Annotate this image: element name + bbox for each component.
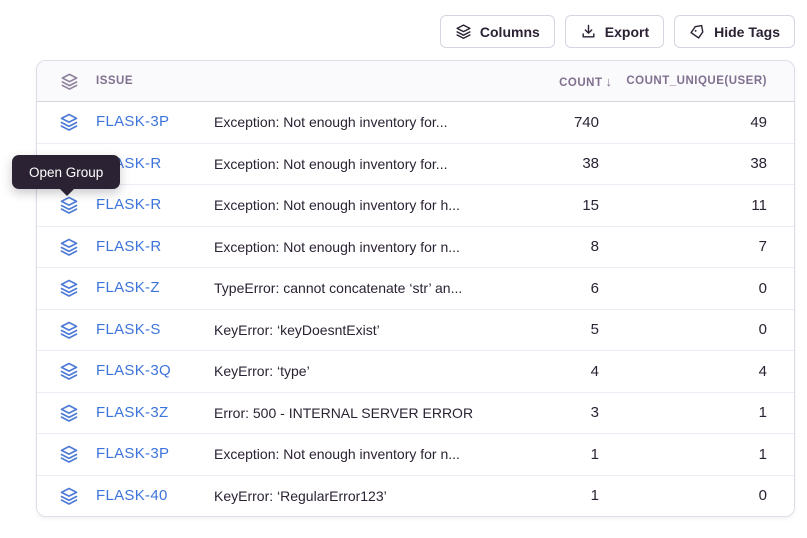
count-value: 1 bbox=[526, 487, 626, 504]
table-row: FLASK-3P Exception: Not enough inventory… bbox=[37, 433, 794, 475]
count-column-header[interactable]: COUNT ↓ bbox=[526, 74, 626, 89]
table-row: FLASK-40 KeyError: ‘RegularError123’ 1 0 bbox=[37, 475, 794, 517]
count-unique-value: 0 bbox=[626, 321, 794, 338]
columns-button[interactable]: Columns bbox=[440, 15, 555, 48]
issue-title: Exception: Not enough inventory for h... bbox=[214, 197, 526, 213]
open-group-button[interactable] bbox=[59, 403, 83, 423]
issue-link[interactable]: FLASK-R bbox=[96, 196, 161, 213]
stack-icon bbox=[59, 278, 79, 298]
issue-link[interactable]: FLASK-3P bbox=[96, 445, 169, 462]
issue-link[interactable]: FLASK-3Z bbox=[96, 404, 168, 421]
stack-icon bbox=[59, 195, 79, 215]
stack-icon bbox=[59, 403, 79, 423]
hide-tags-button[interactable]: Hide Tags bbox=[674, 15, 795, 48]
table-row: FLASK-R Exception: Not enough inventory … bbox=[37, 184, 794, 226]
issue-link[interactable]: FLASK-3Q bbox=[96, 362, 171, 379]
tag-icon bbox=[689, 23, 706, 40]
table-row: FLASK-3P Exception: Not enough inventory… bbox=[37, 102, 794, 143]
issue-title: Exception: Not enough inventory for n... bbox=[214, 446, 526, 462]
table-row: FLASK-R Exception: Not enough inventory … bbox=[37, 226, 794, 268]
count-unique-value: 11 bbox=[626, 197, 794, 214]
open-group-tooltip: Open Group bbox=[12, 155, 120, 189]
issue-title: Error: 500 - INTERNAL SERVER ERROR bbox=[214, 405, 526, 421]
layers-icon bbox=[455, 23, 472, 40]
issue-title: TypeError: cannot concatenate ‘str’ an..… bbox=[214, 280, 526, 296]
issue-column-header[interactable]: ISSUE bbox=[83, 75, 214, 87]
table-row: FLASK-Z TypeError: cannot concatenate ‘s… bbox=[37, 267, 794, 309]
issue-title: Exception: Not enough inventory for n... bbox=[214, 239, 526, 255]
sort-desc-icon: ↓ bbox=[606, 74, 613, 89]
stack-icon bbox=[59, 112, 79, 132]
issue-title: KeyError: ‘keyDoesntExist’ bbox=[214, 322, 526, 338]
table-row: FLASK-S KeyError: ‘keyDoesntExist’ 5 0 bbox=[37, 309, 794, 351]
count-unique-value: 1 bbox=[626, 404, 794, 421]
issue-link[interactable]: FLASK-Z bbox=[96, 279, 160, 296]
open-group-button[interactable] bbox=[59, 486, 83, 506]
issue-type-header-icon bbox=[60, 72, 83, 91]
issue-title: KeyError: ‘RegularError123’ bbox=[214, 488, 526, 504]
open-group-button[interactable] bbox=[59, 195, 83, 215]
issue-link[interactable]: FLASK-40 bbox=[96, 487, 168, 504]
results-table: ISSUE COUNT ↓ COUNT_UNIQUE(USER) FLASK-3P… bbox=[36, 60, 795, 517]
issue-title: Exception: Not enough inventory for... bbox=[214, 114, 526, 130]
table-body: FLASK-3P Exception: Not enough inventory… bbox=[37, 102, 794, 516]
open-group-button[interactable] bbox=[59, 237, 83, 257]
issue-title: Exception: Not enough inventory for... bbox=[214, 156, 526, 172]
table-row: FLASK-3Z Error: 500 - INTERNAL SERVER ER… bbox=[37, 392, 794, 434]
count-value: 1 bbox=[526, 446, 626, 463]
count-unique-value: 49 bbox=[626, 114, 794, 131]
count-unique-value: 38 bbox=[626, 155, 794, 172]
stack-icon bbox=[59, 444, 79, 464]
count-value: 38 bbox=[526, 155, 626, 172]
download-icon bbox=[580, 23, 597, 40]
hide-tags-button-label: Hide Tags bbox=[714, 24, 780, 40]
open-group-button[interactable] bbox=[59, 278, 83, 298]
count-value: 5 bbox=[526, 321, 626, 338]
columns-button-label: Columns bbox=[480, 24, 540, 40]
stack-icon bbox=[60, 72, 79, 91]
open-group-button[interactable] bbox=[59, 320, 83, 340]
open-group-button[interactable] bbox=[59, 112, 83, 132]
table-row: FLASK-R Exception: Not enough inventory … bbox=[37, 143, 794, 185]
count-unique-value: 0 bbox=[626, 280, 794, 297]
toolbar: Columns Export Hide Tags bbox=[440, 15, 795, 48]
issue-title: KeyError: ‘type’ bbox=[214, 363, 526, 379]
table-header: ISSUE COUNT ↓ COUNT_UNIQUE(USER) bbox=[37, 61, 794, 102]
stack-icon bbox=[59, 237, 79, 257]
open-group-button[interactable] bbox=[59, 444, 83, 464]
table-row: FLASK-3Q KeyError: ‘type’ 4 4 bbox=[37, 350, 794, 392]
count-value: 15 bbox=[526, 197, 626, 214]
count-value: 3 bbox=[526, 404, 626, 421]
stack-icon bbox=[59, 361, 79, 381]
count-unique-value: 7 bbox=[626, 238, 794, 255]
export-button-label: Export bbox=[605, 24, 649, 40]
issue-link[interactable]: FLASK-S bbox=[96, 321, 161, 338]
open-group-button[interactable] bbox=[59, 361, 83, 381]
stack-icon bbox=[59, 320, 79, 340]
count-unique-value: 0 bbox=[626, 487, 794, 504]
stack-icon bbox=[59, 486, 79, 506]
count-unique-value: 4 bbox=[626, 363, 794, 380]
count-value: 4 bbox=[526, 363, 626, 380]
export-button[interactable]: Export bbox=[565, 15, 664, 48]
count-header-label: COUNT bbox=[559, 77, 602, 89]
issue-link[interactable]: FLASK-R bbox=[96, 238, 161, 255]
open-group-tooltip-label: Open Group bbox=[29, 165, 103, 180]
count-value: 740 bbox=[526, 114, 626, 131]
count-value: 8 bbox=[526, 238, 626, 255]
count-unique-column-header[interactable]: COUNT_UNIQUE(USER) bbox=[626, 75, 794, 87]
issue-link[interactable]: FLASK-3P bbox=[96, 113, 169, 130]
count-unique-value: 1 bbox=[626, 446, 794, 463]
count-value: 6 bbox=[526, 280, 626, 297]
